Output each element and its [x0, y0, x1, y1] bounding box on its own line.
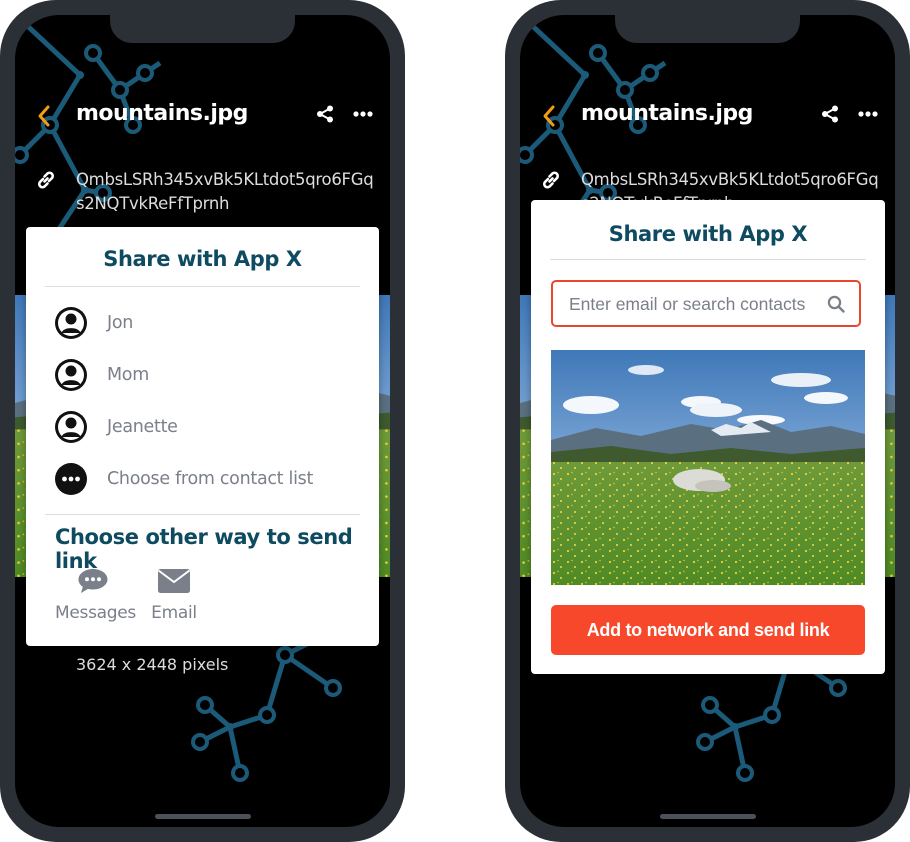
contact-item-jeanette[interactable]: Jeanette	[55, 411, 178, 443]
contact-name: Jeanette	[107, 417, 178, 437]
divider	[45, 514, 360, 515]
home-indicator	[660, 814, 756, 819]
more-horizontal-icon[interactable]	[857, 108, 879, 120]
image-dimensions: 3624 x 2448 pixels	[76, 655, 229, 674]
share-dialog: Share with App X Add to network and send…	[531, 200, 885, 674]
search-icon[interactable]	[827, 295, 845, 313]
add-to-network-and-send-button[interactable]: Add to network and send link	[551, 605, 865, 655]
channel-label: Email	[151, 603, 197, 623]
email-button[interactable]: Email	[151, 567, 197, 623]
dialog-title: Share with App X	[103, 247, 302, 271]
link-icon	[543, 171, 559, 189]
more-horizontal-icon[interactable]	[352, 108, 374, 120]
dialog-title: Share with App X	[608, 222, 808, 246]
contact-name: Jon	[107, 313, 134, 333]
email-search-field[interactable]	[551, 280, 861, 327]
divider	[550, 259, 866, 260]
user-avatar-icon	[55, 307, 87, 339]
share-dialog: Share with App X Jon Mom Jeanette Choose…	[26, 227, 379, 646]
file-hash: QmbsLSRh345xvBk5KLtdot5qro6FGqs2NQTvkReF…	[76, 170, 374, 213]
contact-item-jon[interactable]: Jon	[55, 307, 133, 339]
choose-from-contact-list[interactable]: Choose from contact list	[55, 463, 313, 495]
chevron-left-icon[interactable]	[540, 103, 558, 129]
more-circle-icon	[55, 463, 87, 495]
phone-screen-right: mountains.jpg QmbsLSRh345xvBk5KLtdot5qro…	[520, 15, 895, 827]
phone-frame-right: mountains.jpg QmbsLSRh345xvBk5KLtdot5qro…	[505, 0, 910, 842]
chevron-left-icon[interactable]	[35, 103, 53, 129]
phone-notch	[110, 15, 295, 43]
page-title: mountains.jpg	[76, 101, 248, 126]
link-icon	[38, 171, 54, 189]
divider	[45, 286, 360, 287]
contact-item-mom[interactable]: Mom	[55, 359, 149, 391]
phone-screen-left: mountains.jpg QmbsLSRh345xvBk5KLtdot5qro…	[15, 15, 390, 827]
chat-bubble-icon	[78, 569, 108, 593]
phone-notch	[615, 15, 800, 43]
shared-image-preview	[551, 350, 865, 585]
messages-button[interactable]: Messages	[55, 567, 136, 623]
share-icon[interactable]	[316, 105, 334, 123]
share-icon[interactable]	[821, 105, 839, 123]
contact-name: Mom	[107, 365, 149, 385]
phone-frame-left: mountains.jpg QmbsLSRh345xvBk5KLtdot5qro…	[0, 0, 405, 842]
user-avatar-icon	[55, 359, 87, 391]
user-avatar-icon	[55, 411, 87, 443]
envelope-icon	[157, 569, 191, 593]
other-way-heading: Choose other way to send link	[55, 525, 353, 573]
channel-label: Messages	[55, 603, 136, 623]
contact-name: Choose from contact list	[107, 469, 314, 489]
home-indicator	[155, 814, 251, 819]
email-search-input[interactable]	[569, 292, 819, 316]
page-title: mountains.jpg	[581, 101, 753, 126]
